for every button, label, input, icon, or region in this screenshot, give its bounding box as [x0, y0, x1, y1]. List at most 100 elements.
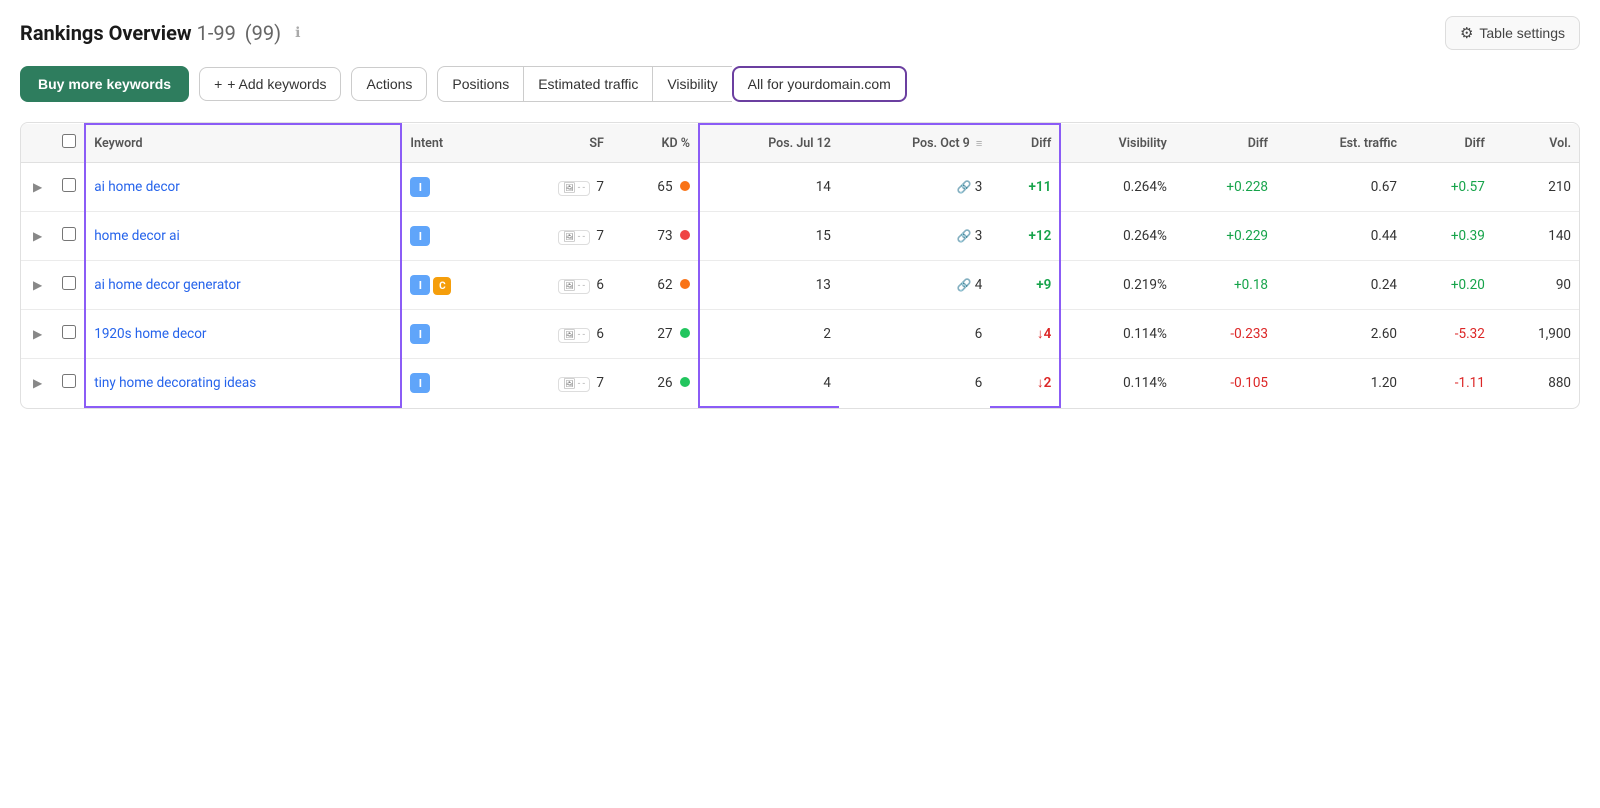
header-visibility: Visibility [1060, 124, 1175, 163]
pos-jul-value: 2 [823, 326, 831, 342]
checkbox-cell [54, 310, 85, 359]
kd-cell: 26 [612, 359, 699, 408]
keyword-link[interactable]: ai home decor [94, 179, 180, 195]
table-settings-button[interactable]: ⚙ Table settings [1445, 16, 1580, 50]
table-header-row: Keyword Intent SF KD % Pos. Jul 12 Pos. … [21, 124, 1579, 163]
diff3-cell: -5.32 [1405, 310, 1493, 359]
diff2-value: -0.233 [1230, 326, 1268, 342]
buy-keywords-button[interactable]: Buy more keywords [20, 66, 189, 102]
kd-dot [680, 181, 690, 191]
expand-button[interactable]: ▶ [29, 178, 46, 196]
diff2-cell: +0.18 [1175, 261, 1276, 310]
image-icon: 🖼 [563, 183, 576, 194]
visibility-value: 0.219% [1123, 277, 1167, 293]
diff1-value: +9 [1036, 277, 1051, 293]
pos-jul-value: 14 [816, 179, 831, 195]
table-row: ▶ ai home decor I 🖼 - - 7 65 14 🔗3 [21, 163, 1579, 212]
diff3-value: -5.32 [1455, 326, 1485, 342]
expand-button[interactable]: ▶ [29, 374, 46, 392]
image-icon: 🖼 [563, 281, 576, 292]
expand-button[interactable]: ▶ [29, 276, 46, 294]
header-sf: SF [503, 124, 612, 163]
tab-visibility[interactable]: Visibility [652, 66, 731, 102]
link-icon: 🔗 [957, 180, 972, 194]
sf-cell: 🖼 - - 7 [503, 163, 612, 212]
pos-jul-cell: 15 [699, 212, 839, 261]
tab-positions[interactable]: Positions [437, 66, 523, 102]
kd-cell: 73 [612, 212, 699, 261]
header-pos-oct[interactable]: Pos. Oct 9 ≡ [839, 124, 990, 163]
keyword-cell: ai home decor generator [85, 261, 401, 310]
pos-oct-label: Pos. Oct 9 [912, 136, 970, 151]
diff3-cell: -1.11 [1405, 359, 1493, 408]
pos-oct-cell: 6 [839, 359, 990, 408]
pos-oct-value: 6 [975, 375, 983, 391]
tab-domain[interactable]: All for yourdomain.com [732, 66, 907, 102]
sf-cell: 🖼 - - 6 [503, 310, 612, 359]
header-kd: KD % [612, 124, 699, 163]
row-checkbox[interactable] [62, 374, 76, 388]
kd-value: 26 [657, 375, 672, 391]
row-checkbox[interactable] [62, 276, 76, 290]
diff1-cell: +12 [990, 212, 1060, 261]
diff1-cell: +11 [990, 163, 1060, 212]
intent-badge: I [410, 226, 430, 246]
intent-badge: I [410, 275, 430, 295]
diff3-value: +0.57 [1451, 179, 1485, 195]
vol-cell: 140 [1493, 212, 1579, 261]
diff3-value: +0.39 [1451, 228, 1485, 244]
keyword-link[interactable]: tiny home decorating ideas [94, 375, 256, 391]
est-traffic-cell: 0.24 [1276, 261, 1405, 310]
diff3-cell: +0.57 [1405, 163, 1493, 212]
est-traffic-value: 0.44 [1371, 228, 1397, 244]
pos-jul-cell: 13 [699, 261, 839, 310]
tab-estimated-traffic[interactable]: Estimated traffic [523, 66, 652, 102]
kd-value: 65 [657, 179, 672, 195]
info-icon[interactable]: ℹ [295, 25, 300, 41]
row-checkbox[interactable] [62, 178, 76, 192]
vol-cell: 880 [1493, 359, 1579, 408]
kd-value: 62 [657, 277, 672, 293]
visibility-cell: 0.219% [1060, 261, 1175, 310]
expand-button[interactable]: ▶ [29, 227, 46, 245]
kd-value: 27 [657, 326, 672, 342]
diff3-value: +0.20 [1451, 277, 1485, 293]
keyword-link[interactable]: 1920s home decor [94, 326, 206, 342]
kd-dot [680, 377, 690, 387]
row-checkbox[interactable] [62, 227, 76, 241]
header-expand [21, 124, 54, 163]
pos-jul-value: 13 [816, 277, 831, 293]
vol-value: 140 [1548, 228, 1571, 244]
pos-jul-cell: 14 [699, 163, 839, 212]
diff1-cell: ↓2 [990, 359, 1060, 408]
sf-icon: 🖼 - - [558, 181, 590, 196]
actions-button[interactable]: Actions [351, 67, 427, 101]
sf-icon: 🖼 - - [558, 279, 590, 294]
intent-badge: I [410, 324, 430, 344]
keyword-link[interactable]: ai home decor generator [94, 277, 240, 293]
checkbox-cell [54, 163, 85, 212]
sf-cell: 🖼 - - 7 [503, 359, 612, 408]
pos-oct-cell: 6 [839, 310, 990, 359]
pos-oct-cell: 🔗3 [839, 212, 990, 261]
diff2-value: -0.105 [1230, 375, 1268, 391]
sf-cell: 🖼 - - 6 [503, 261, 612, 310]
expand-cell: ▶ [21, 261, 54, 310]
diff1-cell: ↓4 [990, 310, 1060, 359]
table-row: ▶ ai home decor generator IC 🖼 - - 6 62 … [21, 261, 1579, 310]
page-title: Rankings Overview 1-99 (99) [20, 21, 281, 45]
title-area: Rankings Overview 1-99 (99) ℹ [20, 21, 300, 45]
add-keywords-button[interactable]: + + Add keywords [199, 67, 341, 101]
pos-oct-value: 4 [975, 277, 983, 293]
visibility-cell: 0.264% [1060, 163, 1175, 212]
vol-cell: 90 [1493, 261, 1579, 310]
pos-oct-value: 3 [975, 179, 983, 195]
select-all-checkbox[interactable] [62, 134, 76, 148]
est-traffic-value: 0.67 [1371, 179, 1397, 195]
sf-value: 7 [596, 375, 604, 391]
pos-oct-value: 3 [975, 228, 983, 244]
keyword-link[interactable]: home decor ai [94, 228, 180, 244]
row-checkbox[interactable] [62, 325, 76, 339]
expand-button[interactable]: ▶ [29, 325, 46, 343]
pos-jul-cell: 4 [699, 359, 839, 408]
